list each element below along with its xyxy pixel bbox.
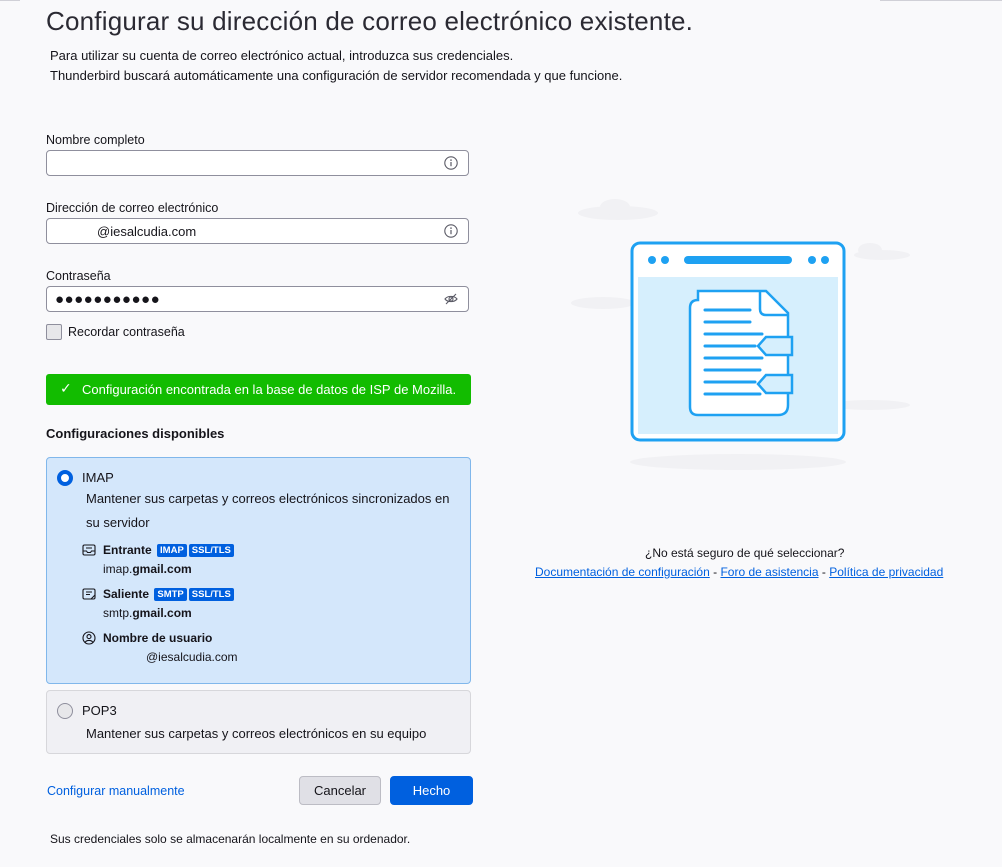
password-value: ●●●●●●●●●●● — [55, 291, 161, 308]
badge-imap: IMAP — [157, 544, 187, 557]
outbox-icon — [82, 588, 96, 600]
setup-docs-link[interactable]: Documentación de configuración — [535, 565, 710, 579]
pop3-description: Mantener sus carpetas y correos electrón… — [86, 726, 427, 741]
done-button[interactable]: Hecho — [390, 776, 473, 805]
document-illustration — [571, 199, 910, 470]
link-separator: - — [713, 565, 718, 579]
pop3-radio[interactable] — [57, 703, 73, 719]
username-label: Nombre de usuario — [103, 631, 213, 645]
eye-hidden-icon[interactable] — [444, 292, 458, 306]
remember-password-label: Recordar contraseña — [68, 325, 185, 339]
username-value: @iesalcudia.com — [146, 650, 238, 664]
help-question: ¿No está seguro de qué seleccionar? — [645, 546, 845, 560]
info-icon[interactable] — [444, 156, 458, 170]
checkmark-icon: ✓ — [60, 380, 72, 396]
config-found-banner: ✓ Configuración encontrada en la base de… — [46, 374, 471, 405]
remember-password-checkbox[interactable] — [46, 324, 62, 340]
outgoing-host-domain: gmail.com — [132, 606, 192, 620]
outgoing-host-prefix: smtp. — [103, 606, 133, 620]
outgoing-label: Saliente — [103, 587, 150, 601]
imap-option[interactable]: IMAP Mantener sus carpetas y correos ele… — [46, 457, 471, 684]
badge-ssl-tls: SSL/TLS — [188, 588, 234, 601]
password-input[interactable]: ●●●●●●●●●●● — [46, 286, 469, 312]
incoming-host-domain: gmail.com — [132, 562, 192, 576]
support-forum-link[interactable]: Foro de asistencia — [720, 565, 818, 579]
imap-description: Mantener sus carpetas y correos electrón… — [86, 491, 450, 530]
available-configs-title: Configuraciones disponibles — [46, 426, 225, 441]
fullname-label: Nombre completo — [46, 133, 145, 147]
configure-manually-link[interactable]: Configurar manualmente — [47, 784, 185, 798]
pop3-option[interactable]: POP3 Mantener sus carpetas y correos ele… — [46, 690, 471, 754]
credentials-note: Sus credenciales solo se almacenarán loc… — [50, 832, 411, 846]
incoming-host-prefix: imap. — [103, 562, 133, 576]
email-value: @iesalcudia.com — [97, 224, 197, 239]
incoming-label: Entrante — [103, 543, 152, 557]
badge-ssl-tls: SSL/TLS — [188, 544, 234, 557]
user-icon — [82, 631, 96, 645]
inbox-icon — [82, 544, 96, 556]
info-icon[interactable] — [444, 224, 458, 238]
imap-name: IMAP — [82, 470, 114, 485]
intro-line-2: Thunderbird buscará automáticamente una … — [50, 68, 623, 83]
badge-smtp: SMTP — [154, 588, 187, 601]
config-found-message: Configuración encontrada en la base de d… — [82, 382, 457, 397]
fullname-input[interactable] — [46, 150, 469, 176]
email-input[interactable]: @iesalcudia.com — [46, 218, 469, 244]
password-label: Contraseña — [46, 269, 111, 283]
imap-radio[interactable] — [57, 470, 73, 486]
page-title: Configurar su dirección de correo electr… — [46, 6, 694, 36]
email-label: Dirección de correo electrónico — [46, 201, 219, 215]
privacy-policy-link[interactable]: Política de privacidad — [829, 565, 943, 579]
window-top-border — [0, 0, 1002, 1]
help-links: Documentación de configuración - Foro de… — [535, 565, 943, 579]
pop3-name: POP3 — [82, 703, 117, 718]
link-separator: - — [821, 565, 826, 579]
cancel-button[interactable]: Cancelar — [299, 776, 381, 805]
intro-line-1: Para utilizar su cuenta de correo electr… — [50, 48, 514, 63]
